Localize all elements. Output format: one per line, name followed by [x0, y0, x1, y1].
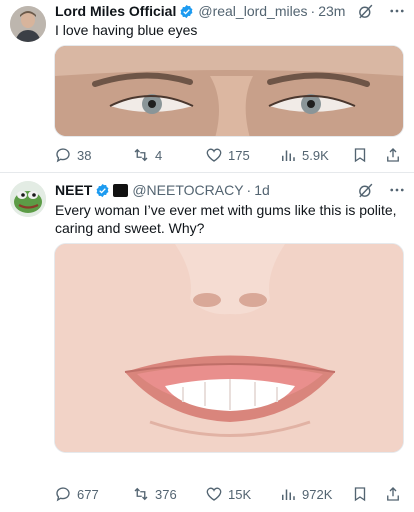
bookmark-icon [354, 487, 366, 502]
views-icon [282, 150, 295, 161]
share-button[interactable] [384, 145, 402, 165]
repost-count: 376 [155, 486, 177, 502]
repost-button[interactable]: 4 [132, 145, 162, 165]
verified-badge-icon [180, 4, 193, 18]
action-bar: 38 4 175 5.9K [54, 145, 406, 165]
affiliation-badge-icon[interactable] [113, 183, 129, 197]
verified-badge-icon [96, 183, 109, 197]
reply-button[interactable]: 38 [54, 145, 91, 165]
like-button[interactable]: 175 [205, 145, 250, 165]
views-button[interactable]: 5.9K [279, 145, 329, 165]
timestamp[interactable]: 23m [318, 2, 345, 20]
avatar[interactable] [10, 6, 46, 42]
bookmark-button[interactable] [351, 484, 369, 504]
avatar-photo [10, 181, 46, 217]
separator-dot: · [246, 182, 252, 198]
timestamp[interactable]: 1d [254, 181, 270, 199]
like-icon [206, 487, 222, 501]
views-count: 972K [302, 486, 333, 502]
tweet-image[interactable] [54, 243, 404, 453]
author-name[interactable]: Lord Miles Official [55, 2, 176, 20]
avatar[interactable] [10, 181, 46, 217]
reply-icon [56, 148, 70, 163]
views-icon [282, 489, 295, 500]
avatar-photo [10, 6, 46, 42]
more-icon[interactable] [388, 181, 406, 199]
like-button[interactable]: 15K [205, 484, 251, 504]
reply-icon [56, 487, 70, 502]
more-icon[interactable] [388, 2, 406, 20]
reply-count: 38 [77, 147, 92, 163]
views-count: 5.9K [302, 147, 329, 163]
reply-button[interactable]: 677 [54, 484, 99, 504]
tweet[interactable]: NEET @NEETOCRACY · 1d Every woman I’ve e… [0, 173, 414, 512]
tweet[interactable]: Lord Miles Official @real_lord_miles · 2… [0, 0, 414, 172]
share-icon [387, 148, 399, 162]
action-bar: 677 376 15K 972K [54, 484, 406, 504]
tweet-text: Every woman I’ve ever met with gums like… [55, 202, 397, 236]
tweet-header: NEET @NEETOCRACY · 1d [55, 181, 406, 199]
repost-button[interactable]: 376 [132, 484, 177, 504]
share-icon [387, 487, 399, 501]
grok-icon[interactable] [357, 182, 374, 199]
smile-photo [55, 244, 403, 452]
eyes-photo [55, 46, 403, 136]
like-count: 175 [228, 147, 250, 163]
like-icon [206, 148, 222, 162]
views-button[interactable]: 972K [279, 484, 332, 504]
bookmark-button[interactable] [351, 145, 369, 165]
share-button[interactable] [384, 484, 402, 504]
like-count: 15K [228, 486, 252, 502]
repost-icon [134, 487, 148, 501]
grok-icon[interactable] [357, 3, 374, 20]
tweet-image[interactable] [54, 45, 404, 137]
author-handle[interactable]: @real_lord_miles [198, 2, 307, 20]
author-name[interactable]: NEET [55, 181, 92, 199]
author-handle[interactable]: @NEETOCRACY [132, 181, 243, 199]
repost-count: 4 [155, 147, 163, 163]
tweet-text: I love having blue eyes [55, 22, 198, 38]
tweet-header: Lord Miles Official @real_lord_miles · 2… [55, 2, 406, 20]
repost-icon [134, 148, 148, 162]
reply-count: 677 [77, 486, 99, 502]
separator-dot: · [310, 3, 316, 19]
bookmark-icon [354, 148, 366, 163]
